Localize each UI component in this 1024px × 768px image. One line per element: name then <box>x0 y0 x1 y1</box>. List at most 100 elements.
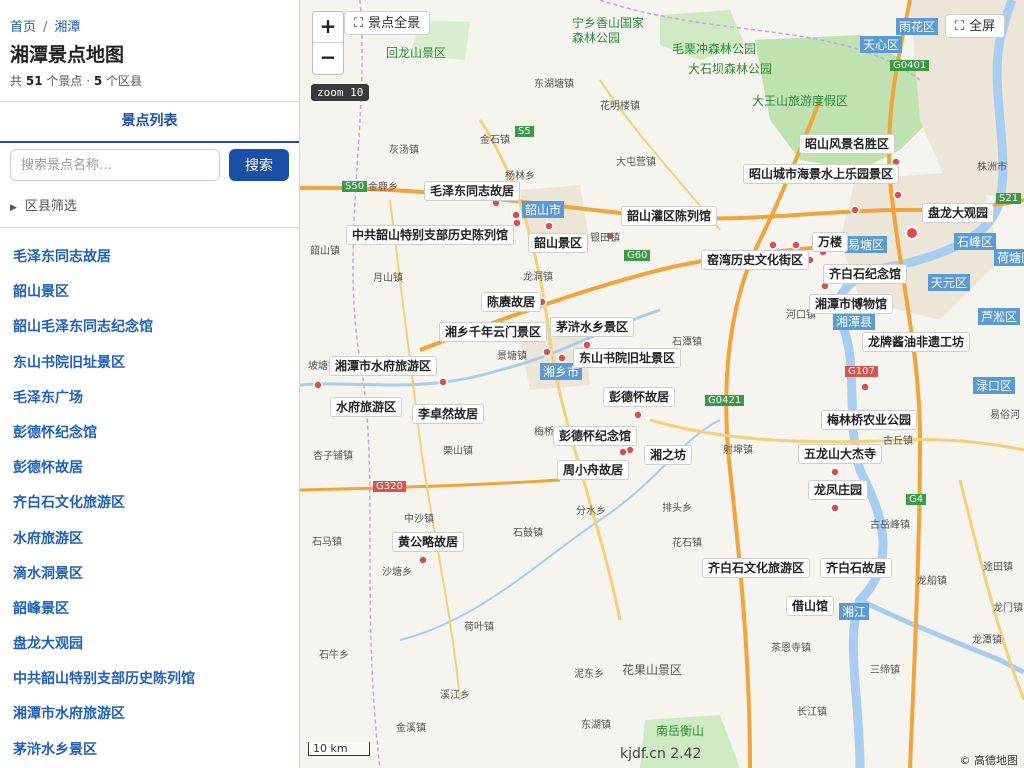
poi-label[interactable]: 水府旅游区 <box>330 397 403 417</box>
poi-label[interactable]: 昭山城市海景水上乐园景区 <box>743 164 900 184</box>
place-label: 荷塘区 <box>994 249 1024 266</box>
poi-label[interactable]: 昭山风景名胜区 <box>799 134 896 154</box>
place-label: 茶恩寺镇 <box>771 643 811 654</box>
place-label: 渌口区 <box>973 377 1016 394</box>
place-label: 石牛乡 <box>319 650 349 661</box>
poi-label[interactable]: 龙牌酱油非遗工坊 <box>862 332 971 352</box>
poi-label[interactable]: 毛泽东同志故居 <box>424 181 521 201</box>
place-label: 花明楼镇 <box>600 101 640 112</box>
zoom-out-button[interactable]: − <box>313 43 343 73</box>
place-label: 石鼓镇 <box>513 528 543 539</box>
poi-label[interactable]: 湘乡千年云门景区 <box>439 322 548 342</box>
poi-label[interactable]: 彭德怀故居 <box>603 387 676 407</box>
poi-marker <box>893 190 903 200</box>
fullscreen-icon: ⛶ <box>955 19 965 34</box>
place-label: 月山镇 <box>373 273 403 284</box>
poi-marker <box>557 353 567 363</box>
list-item[interactable]: 齐白石文化旅游区 <box>0 486 299 521</box>
poi-label[interactable]: 龙凤庄园 <box>808 480 869 500</box>
poi-label[interactable]: 东山书院旧址景区 <box>573 348 682 368</box>
page-title: 湘潭景点地图 <box>10 44 125 66</box>
fullscreen-button[interactable]: ⛶ 全屏 <box>945 14 1006 38</box>
poi-label[interactable]: 万楼 <box>812 232 849 252</box>
list-item[interactable]: 毛泽东同志故居 <box>0 240 299 275</box>
triangle-right-icon: ▶ <box>10 203 17 213</box>
tab-spot-list[interactable]: 景点列表 <box>0 102 299 140</box>
list-item[interactable]: 水府旅游区 <box>0 522 299 557</box>
place-label: 长江镇 <box>797 707 827 718</box>
list-item[interactable]: 韶峰景区 <box>0 592 299 627</box>
poi-label[interactable]: 借山馆 <box>786 596 835 616</box>
poi-label[interactable]: 陈赓故居 <box>481 292 542 312</box>
place-label: 天元区 <box>928 274 971 291</box>
zoom-in-button[interactable]: + <box>313 12 343 43</box>
place-label: 泥东乡 <box>574 669 604 680</box>
poi-label[interactable]: 齐白石文化旅游区 <box>702 558 811 578</box>
list-item[interactable]: 湘潭市水府旅游区 <box>0 697 299 732</box>
place-label: 古丘镇 <box>883 436 913 447</box>
poi-label[interactable]: 齐白石纪念馆 <box>823 264 908 284</box>
poi-label[interactable]: 李卓然故居 <box>412 404 485 424</box>
list-item[interactable]: 彭德怀纪念馆 <box>0 416 299 451</box>
poi-marker <box>830 467 840 477</box>
poi-label[interactable]: 湘潭市水府旅游区 <box>329 356 438 376</box>
spot-count: 51 <box>25 74 43 88</box>
poi-label[interactable]: 韶山景区 <box>528 233 589 253</box>
poi-label[interactable]: 齐白石故居 <box>820 558 893 578</box>
scale-bar: 10 km <box>308 742 370 756</box>
poi-label[interactable]: 盘龙大观园 <box>922 203 995 223</box>
list-item[interactable]: 滴水洞景区 <box>0 557 299 592</box>
place-label: 古岳峰镇 <box>870 520 910 531</box>
list-item[interactable]: 毛泽东广场 <box>0 381 299 416</box>
fullscreen-button-label: 全屏 <box>969 19 996 34</box>
list-item[interactable]: 彭德怀故居 <box>0 451 299 486</box>
poi-label[interactable]: 韶山灌区陈列馆 <box>621 206 718 226</box>
search-button[interactable]: 搜索 <box>229 149 289 181</box>
poi-label[interactable]: 五龙山大杰寺 <box>798 444 883 464</box>
place-label: 龙门镇 <box>993 603 1023 614</box>
poi-marker <box>618 447 628 457</box>
place-label: 花石镇 <box>672 538 702 549</box>
sidebar: 首页 / 湘潭 湘潭景点地图 共 51 个景点 · 5 个区县 景点列表 搜索 ▶ 区… <box>0 0 300 768</box>
poi-label[interactable]: 湘之坊 <box>644 445 693 465</box>
poi-label[interactable]: 窑湾历史文化街区 <box>701 250 810 270</box>
place-label: 韶山镇 <box>310 246 340 257</box>
list-item[interactable]: 韶山景区 <box>0 275 299 310</box>
list-item[interactable]: 东山书院旧址景区 <box>0 346 299 381</box>
place-label: 金鹿乡 <box>368 182 398 193</box>
poi-label[interactable]: 黄公略故居 <box>392 532 465 552</box>
place-label: 毛栗冲森林公园 <box>672 42 757 56</box>
panorama-button[interactable]: ⛶ 景点全景 <box>344 11 431 35</box>
search-input[interactable] <box>10 149 220 181</box>
place-label: 大王山旅游度假区 <box>752 94 849 108</box>
list-item[interactable]: 中共韶山特别支部历史陈列馆 <box>0 662 299 697</box>
place-label: 金石镇 <box>480 135 510 146</box>
place-label: 栗山镇 <box>443 446 473 457</box>
map-canvas[interactable]: 宁乡香山国家森林公园 毛栗冲森林公园 大石坝森林公园 大王山旅游度假区 回龙山景… <box>300 0 1024 768</box>
district-filter-label: 区县筛选 <box>24 199 77 214</box>
poi-marker <box>830 503 840 513</box>
poi-label[interactable]: 湘潭市博物馆 <box>809 294 894 314</box>
spot-list: 毛泽东同志故居 韶山景区 韶山毛泽东同志纪念馆 东山书院旧址景区 毛泽东广场 彭… <box>0 240 299 768</box>
poi-label[interactable]: 茅浒水乡景区 <box>550 317 635 337</box>
poi-label[interactable]: 彭德怀纪念馆 <box>553 426 638 446</box>
district-filter-toggle[interactable]: ▶ 区县筛选 <box>10 195 77 214</box>
expressway <box>724 99 822 768</box>
list-item[interactable]: 茅浒水乡景区 <box>0 733 299 768</box>
poi-marker <box>633 410 643 420</box>
road-shield: G107 <box>845 366 878 377</box>
poi-label[interactable]: 梅林桥农业公园 <box>821 410 918 430</box>
road-shield: S21 <box>996 193 1022 204</box>
breadcrumb-current-link[interactable]: 湘潭 <box>54 20 80 35</box>
list-item[interactable]: 盘龙大观园 <box>0 627 299 662</box>
list-item[interactable]: 韶山毛泽东同志纪念馆 <box>0 310 299 345</box>
breadcrumb-home-link[interactable]: 首页 <box>10 20 36 35</box>
place-label: 中沙镇 <box>404 514 434 525</box>
poi-marker <box>791 240 801 250</box>
road-shield: G4 <box>906 494 927 505</box>
poi-marker <box>511 210 521 220</box>
place-label: 大石坝森林公园 <box>688 62 773 76</box>
place-label: 溪江乡 <box>440 690 470 701</box>
poi-label[interactable]: 中共韶山特别支部历史陈列馆 <box>346 225 515 245</box>
poi-label[interactable]: 周小舟故居 <box>557 460 630 480</box>
